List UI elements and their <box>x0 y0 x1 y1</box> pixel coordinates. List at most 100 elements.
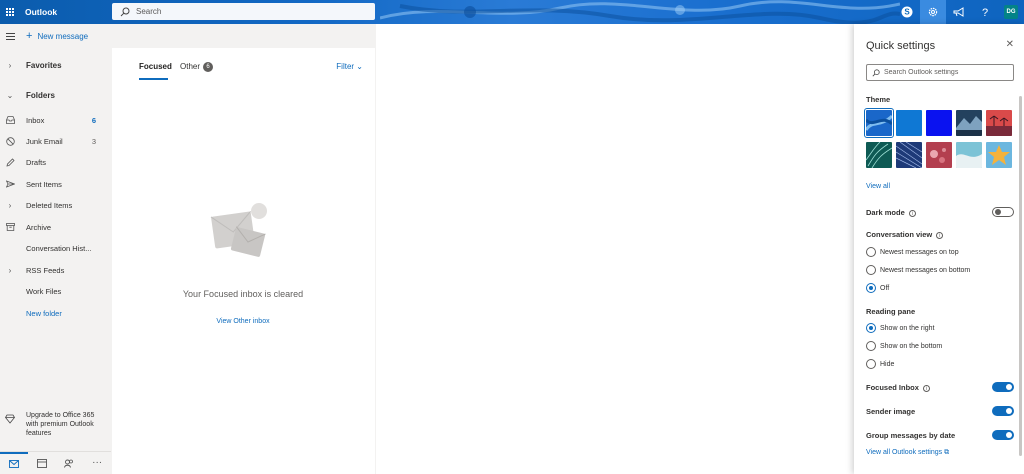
sidebar-item-deleted-items[interactable]: › Deleted Items <box>0 195 111 215</box>
settings-search-input[interactable] <box>884 69 1012 76</box>
inbox-icon <box>5 115 15 125</box>
radio-button-checked[interactable] <box>866 323 876 333</box>
quick-settings-panel: Quick settings ✕ Theme <box>854 24 1024 474</box>
people-icon[interactable] <box>56 459 84 468</box>
conversation-option-off[interactable]: Off <box>866 282 889 294</box>
gear-icon[interactable] <box>920 0 946 24</box>
group-by-date-label: Group messages by date <box>866 431 956 440</box>
folders-label: Folders <box>26 90 55 100</box>
reading-pane <box>376 24 854 474</box>
send-icon <box>5 179 15 189</box>
external-link-icon: ⧉ <box>944 449 950 456</box>
sender-image-label: Sender image <box>866 407 916 416</box>
unread-count: 3 <box>91 136 96 146</box>
radio-button[interactable] <box>866 359 876 369</box>
header-background-art <box>380 0 900 24</box>
upgrade-text: Upgrade to Office 365 with premium Outlo… <box>26 412 95 437</box>
more-icon[interactable]: ··· <box>83 458 111 468</box>
sidebar-item-conversation-history[interactable]: Conversation Hist... <box>0 238 111 258</box>
theme-swatch-mountain[interactable] <box>956 110 982 136</box>
radio-button[interactable] <box>866 265 876 275</box>
conversation-option-newest-top[interactable]: Newest messages on top <box>866 246 959 258</box>
chevron-right-icon: › <box>8 265 12 275</box>
skype-icon[interactable]: S <box>894 0 920 24</box>
radio-button[interactable] <box>866 341 876 351</box>
dark-mode-toggle[interactable] <box>992 207 1014 217</box>
theme-swatch-sunset-palms[interactable] <box>986 110 1012 136</box>
info-icon[interactable]: i <box>922 384 930 392</box>
favorites-label: Favorites <box>26 60 62 70</box>
sidebar-item-archive[interactable]: Archive <box>0 217 111 237</box>
left-nav: + New message › Favorites ⌄ Folders Inbo… <box>0 24 111 474</box>
search-icon <box>120 7 130 16</box>
reading-option-right[interactable]: Show on the right <box>866 322 934 334</box>
sidebar-item-sent-items[interactable]: Sent Items <box>0 174 111 194</box>
message-list: Focused Other 6 Filter ⌄ Your Focused inb… <box>112 48 375 474</box>
unread-count: 6 <box>91 115 96 125</box>
module-switcher: ··· <box>0 451 111 474</box>
info-icon[interactable]: i <box>908 209 916 217</box>
search-input[interactable] <box>136 7 336 16</box>
reading-option-hide[interactable]: Hide <box>866 358 894 370</box>
pencil-icon <box>5 157 15 167</box>
help-icon[interactable]: ? <box>972 0 998 24</box>
tab-focused[interactable]: Focused <box>139 62 172 71</box>
filter-label: Filter <box>336 62 355 71</box>
tab-other[interactable]: Other 6 <box>180 62 214 72</box>
megaphone-icon[interactable] <box>946 0 972 24</box>
diamond-icon <box>5 414 15 424</box>
theme-swatch-lines[interactable] <box>896 142 922 168</box>
settings-search-box[interactable] <box>866 64 1014 81</box>
empty-inbox-message: Your Focused inbox is cleared <box>182 289 304 299</box>
conversation-option-newest-bottom[interactable]: Newest messages on bottom <box>866 264 970 276</box>
hamburger-menu-icon[interactable] <box>0 24 20 48</box>
settings-scrollbar[interactable] <box>1019 96 1022 456</box>
mail-icon[interactable] <box>0 451 28 474</box>
new-message-button[interactable]: + New message <box>26 30 88 42</box>
view-other-inbox-link[interactable]: View Other inbox <box>182 318 304 325</box>
view-all-settings-link[interactable]: View all Outlook settings ⧉ <box>866 449 949 457</box>
app-title[interactable]: Outlook <box>25 0 57 24</box>
theme-label: Theme <box>866 95 891 104</box>
dark-mode-label: Dark mode i <box>866 208 916 217</box>
sender-image-toggle[interactable] <box>992 406 1014 416</box>
tab-other-label: Other <box>180 62 201 72</box>
info-icon[interactable]: i <box>936 231 944 239</box>
focused-inbox-toggle[interactable] <box>992 382 1014 392</box>
close-icon[interactable]: ✕ <box>1006 39 1014 50</box>
focused-inbox-label: Focused Inbox i <box>866 383 930 392</box>
theme-swatch-circuit[interactable] <box>866 142 892 168</box>
sidebar-item-inbox[interactable]: Inbox 6 <box>0 110 111 130</box>
sidebar-item-work-files[interactable]: Work Files <box>0 281 111 301</box>
block-icon <box>5 136 15 146</box>
reading-option-bottom[interactable]: Show on the bottom <box>866 340 942 352</box>
theme-swatch-wave[interactable] <box>956 142 982 168</box>
top-bar: Outlook S ? DG <box>0 0 1024 24</box>
sidebar-item-drafts[interactable]: Drafts <box>0 152 111 172</box>
filter-button[interactable]: Filter ⌄ <box>336 62 363 71</box>
account-button[interactable]: DG <box>998 0 1024 24</box>
chevron-down-icon: ⌄ <box>356 62 363 71</box>
sidebar-item-rss-feeds[interactable]: › RSS Feeds <box>0 260 111 280</box>
view-all-themes-link[interactable]: View all <box>866 183 890 190</box>
theme-swatch-blue-art[interactable] <box>864 108 894 138</box>
radio-button-checked[interactable] <box>866 283 876 293</box>
theme-swatch-star[interactable] <box>986 142 1012 168</box>
radio-button[interactable] <box>866 247 876 257</box>
folders-header[interactable]: ⌄ Folders <box>0 85 111 105</box>
search-box[interactable] <box>112 3 375 20</box>
theme-swatch-blue[interactable] <box>896 110 922 136</box>
calendar-icon[interactable] <box>28 458 56 468</box>
sidebar-item-junk-email[interactable]: Junk Email 3 <box>0 131 111 151</box>
empty-inbox-illustration <box>210 203 267 257</box>
group-by-date-toggle[interactable] <box>992 430 1014 440</box>
favorites-header[interactable]: › Favorites <box>0 55 111 75</box>
theme-swatch-bokeh[interactable] <box>926 142 952 168</box>
chevron-right-icon: › <box>8 200 12 210</box>
theme-swatch-royal-blue[interactable] <box>926 110 952 136</box>
waffle-icon[interactable] <box>0 0 20 24</box>
new-folder-link[interactable]: New folder <box>0 303 111 323</box>
reading-pane-label: Reading pane <box>866 307 916 316</box>
quick-settings-title: Quick settings <box>866 40 936 52</box>
search-icon <box>872 68 880 76</box>
